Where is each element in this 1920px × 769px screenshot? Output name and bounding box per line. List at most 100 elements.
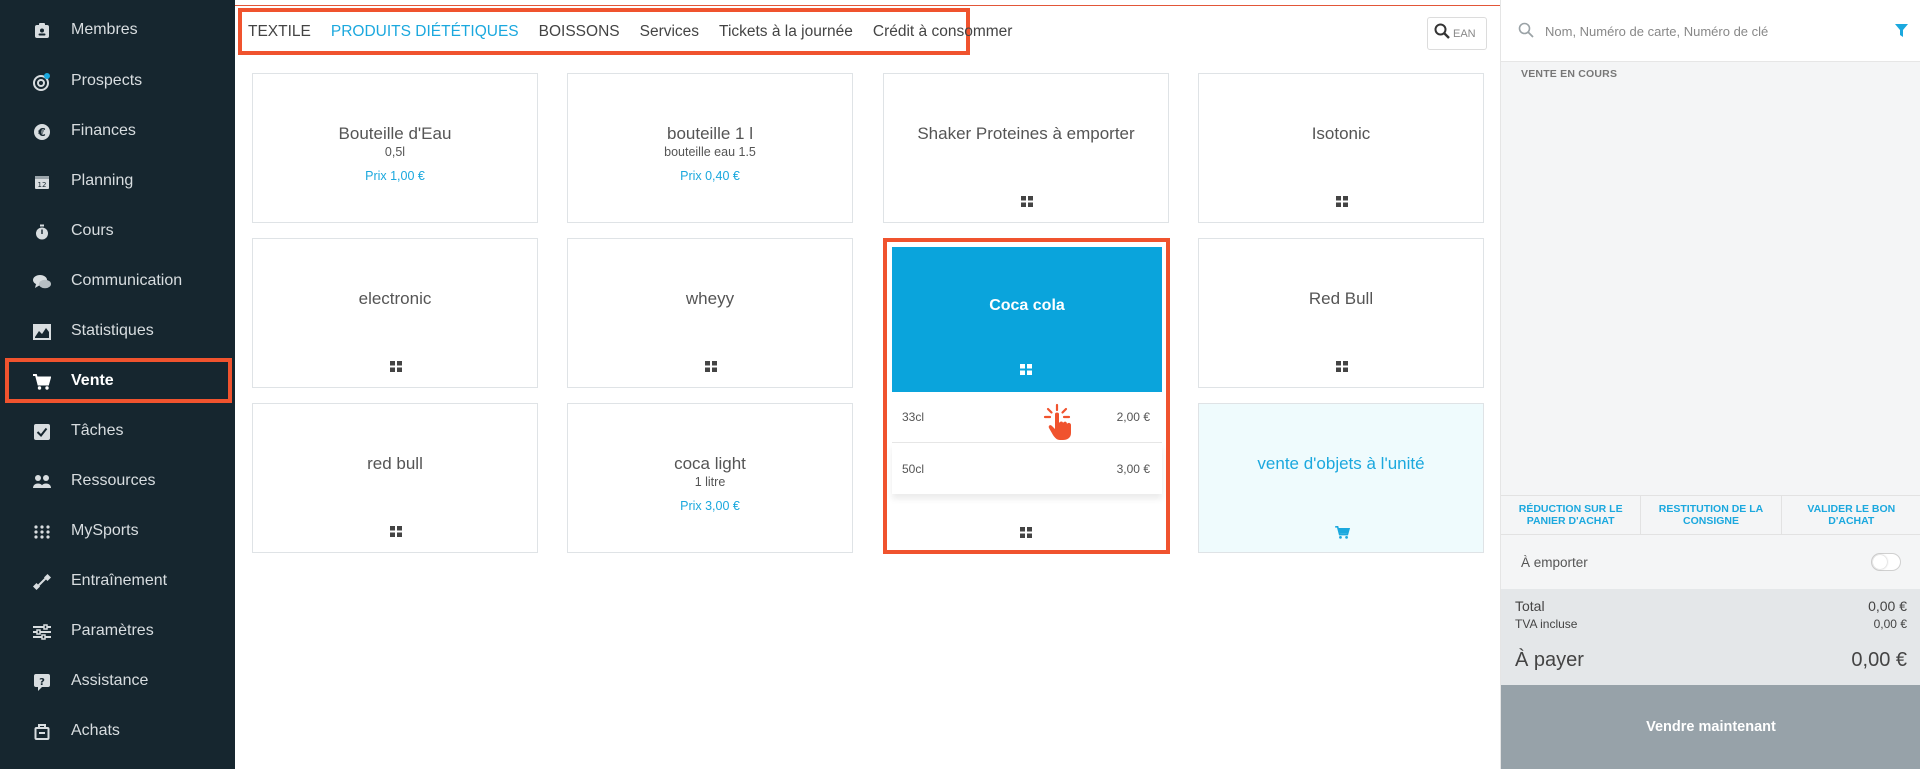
- sidebar-item-entrainement[interactable]: Entraînement: [0, 557, 235, 607]
- sidebar-item-label: Communication: [71, 272, 183, 289]
- sidebar-item-label: Finances: [71, 122, 136, 139]
- tab-produits-dietetiques[interactable]: PRODUITS DIÉTÉTIQUES: [331, 23, 519, 41]
- total-label: Total: [1515, 598, 1545, 614]
- sidebar-item-label: Assistance: [71, 672, 149, 689]
- sidebar-item-taches[interactable]: Tâches: [0, 407, 235, 457]
- member-search[interactable]: Nom, Numéro de carte, Numéro de clé: [1501, 0, 1920, 62]
- product-title: Coca cola: [989, 297, 1065, 314]
- box-icon: [33, 723, 51, 741]
- top-divider: [235, 5, 1500, 6]
- category-tabs: TEXTILE PRODUITS DIÉTÉTIQUES BOISSONS Se…: [238, 8, 1012, 55]
- search-icon: [1434, 23, 1450, 44]
- sliders-icon: [33, 623, 51, 641]
- total-row: Total 0,00 €: [1515, 598, 1907, 614]
- grid-icon: [1336, 359, 1348, 377]
- grid-icon: [705, 359, 717, 377]
- product-title: Red Bull: [1308, 289, 1374, 308]
- product-price: Prix 3,00 €: [680, 499, 740, 513]
- product-card[interactable]: red bull: [252, 403, 538, 553]
- tab-services[interactable]: Services: [640, 23, 699, 41]
- sidebar-item-label: Entraînement: [71, 572, 168, 589]
- product-title: electronic: [358, 289, 432, 308]
- grid-icon: [390, 524, 402, 542]
- sale-actions: RÉDUCTION SUR LE PANIER D'ACHAT RESTITUT…: [1501, 495, 1920, 535]
- sidebar-item-finances[interactable]: € Finances: [0, 107, 235, 157]
- tab-textile[interactable]: TEXTILE: [248, 23, 311, 41]
- variant-33cl[interactable]: 33cl 2,00 €: [892, 392, 1162, 443]
- variant-price: 3,00 €: [1116, 461, 1150, 476]
- coca-cola-header[interactable]: Coca cola: [892, 247, 1162, 406]
- sidebar-item-membres[interactable]: Membres: [0, 6, 235, 56]
- product-card[interactable]: bouteille 1 l bouteille eau 1.5 Prix 0,4…: [567, 73, 853, 223]
- coca-cola-card: Coca cola 33cl 2,00 € 50cl 3,00 €: [883, 238, 1170, 554]
- cart-icon: [33, 373, 51, 391]
- sidebar-item-parametres[interactable]: Paramètres: [0, 607, 235, 657]
- vat-label: TVA incluse: [1515, 617, 1578, 631]
- product-card[interactable]: wheyy: [567, 238, 853, 388]
- ean-placeholder: EAN: [1453, 27, 1476, 40]
- product-card[interactable]: Red Bull: [1198, 238, 1484, 388]
- validate-voucher-button[interactable]: VALIDER LE BON D'ACHAT: [1782, 496, 1920, 534]
- unit-sale-title: vente d'objets à l'unité: [1257, 454, 1425, 473]
- tab-boissons[interactable]: BOISSONS: [539, 23, 620, 41]
- to-pay-value: 0,00 €: [1851, 649, 1907, 671]
- cart-discount-button[interactable]: RÉDUCTION SUR LE PANIER D'ACHAT: [1501, 496, 1642, 534]
- sidebar-item-label: Achats: [71, 722, 120, 739]
- grid-icon: [1020, 362, 1032, 380]
- sidebar-item-achats[interactable]: Achats: [0, 707, 235, 757]
- product-subtitle: bouteille eau 1.5: [664, 145, 756, 159]
- sidebar: Membres Prospects € Finances 12 Planning…: [0, 0, 235, 769]
- users-icon: [33, 473, 51, 491]
- grid-icon: [1020, 525, 1032, 543]
- sidebar-item-planning[interactable]: 12 Planning: [0, 157, 235, 207]
- sidebar-item-label: Planning: [71, 172, 134, 189]
- product-title: red bull: [367, 454, 423, 473]
- svg-text:12: 12: [38, 181, 47, 189]
- product-card[interactable]: electronic: [252, 238, 538, 388]
- product-subtitle: 0,5l: [384, 145, 406, 159]
- chat-icon: [33, 273, 51, 291]
- to-pay-row: À payer 0,00 €: [1515, 649, 1907, 672]
- ean-search[interactable]: EAN: [1427, 17, 1487, 50]
- product-title: Bouteille d'Eau: [338, 124, 452, 143]
- sell-now-button[interactable]: Vendre maintenant: [1501, 685, 1920, 769]
- sale-panel: Nom, Numéro de carte, Numéro de clé VENT…: [1500, 0, 1920, 769]
- deposit-return-button[interactable]: RESTITUTION DE LA CONSIGNE: [1641, 496, 1782, 534]
- sidebar-item-ressources[interactable]: Ressources: [0, 457, 235, 507]
- euro-icon: €: [33, 123, 51, 141]
- product-title: Isotonic: [1311, 124, 1371, 143]
- product-area: TEXTILE PRODUITS DIÉTÉTIQUES BOISSONS Se…: [235, 0, 1500, 769]
- variant-50cl[interactable]: 50cl 3,00 €: [892, 443, 1162, 494]
- sidebar-item-assistance[interactable]: ? Assistance: [0, 657, 235, 707]
- help-icon: ?: [33, 673, 51, 691]
- product-price: Prix 0,40 €: [680, 169, 740, 183]
- product-title: Shaker Proteines à emporter: [917, 124, 1135, 143]
- sidebar-item-prospects[interactable]: Prospects: [0, 57, 235, 107]
- sidebar-item-label: Tâches: [71, 422, 124, 439]
- unit-sale-card[interactable]: vente d'objets à l'unité: [1198, 403, 1484, 553]
- total-value: 0,00 €: [1868, 598, 1907, 614]
- product-card[interactable]: coca light 1 litre Prix 3,00 €: [567, 403, 853, 553]
- sidebar-item-communication[interactable]: Communication: [0, 257, 235, 307]
- sidebar-item-label: Paramètres: [71, 622, 154, 639]
- takeaway-toggle[interactable]: [1871, 553, 1901, 571]
- cart-icon: [1335, 526, 1351, 544]
- product-card[interactable]: Bouteille d'Eau 0,5l Prix 1,00 €: [252, 73, 538, 223]
- checkbox-icon: [33, 423, 51, 441]
- product-title: bouteille 1 l: [666, 124, 753, 143]
- sidebar-item-statistiques[interactable]: Statistiques: [0, 307, 235, 357]
- grid-icon: [1021, 194, 1033, 212]
- product-card[interactable]: Shaker Proteines à emporter: [883, 73, 1169, 223]
- sidebar-item-vente[interactable]: Vente: [0, 357, 235, 407]
- sidebar-item-mysports[interactable]: MySports: [0, 507, 235, 557]
- vat-value: 0,00 €: [1873, 617, 1907, 631]
- product-card[interactable]: Isotonic: [1198, 73, 1484, 223]
- sidebar-item-label: Prospects: [71, 72, 143, 89]
- tab-tickets[interactable]: Tickets à la journée: [719, 23, 853, 41]
- sidebar-item-cours[interactable]: Cours: [0, 207, 235, 257]
- tab-credit[interactable]: Crédit à consommer: [873, 23, 1013, 41]
- sidebar-item-label: Statistiques: [71, 322, 154, 339]
- current-sale-header: VENTE EN COURS: [1521, 68, 1618, 80]
- filter-icon[interactable]: [1895, 24, 1908, 42]
- chart-icon: [33, 323, 51, 341]
